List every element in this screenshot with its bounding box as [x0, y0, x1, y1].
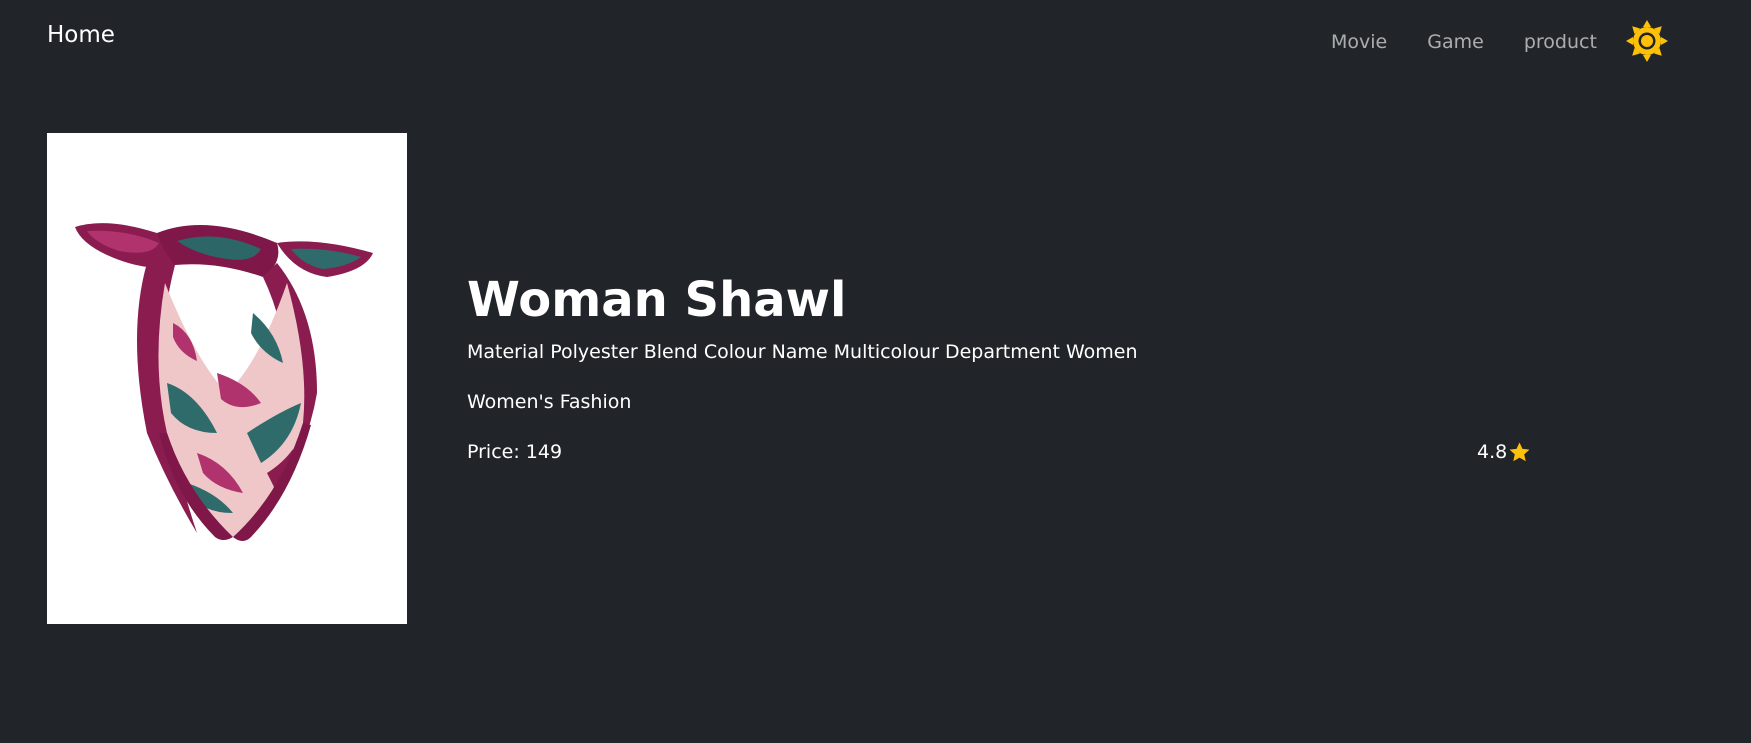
nav-links: Movie Game product: [1331, 19, 1669, 63]
product-image: [47, 133, 407, 624]
product-rating: 4.8: [1477, 438, 1531, 466]
nav-link-product[interactable]: product: [1524, 31, 1597, 53]
nav-link-game[interactable]: Game: [1427, 31, 1484, 53]
rating-value: 4.8: [1477, 441, 1508, 463]
nav-link-movie[interactable]: Movie: [1331, 31, 1387, 53]
scarf-image: [47, 133, 407, 624]
home-link[interactable]: Home: [47, 22, 115, 48]
price-row: Price: 149 4.8: [467, 438, 1530, 466]
product-title: Woman Shawl: [467, 272, 847, 328]
product-category: Women's Fashion: [467, 391, 632, 413]
sun-icon[interactable]: [1625, 19, 1669, 63]
product-price: Price: 149: [467, 441, 563, 463]
star-icon: [1509, 441, 1530, 461]
navbar: Home Movie Game product: [0, 0, 1751, 76]
product-info: Woman Shawl Material Polyester Blend Col…: [467, 268, 1530, 466]
product-description: Material Polyester Blend Colour Name Mul…: [467, 341, 1138, 363]
